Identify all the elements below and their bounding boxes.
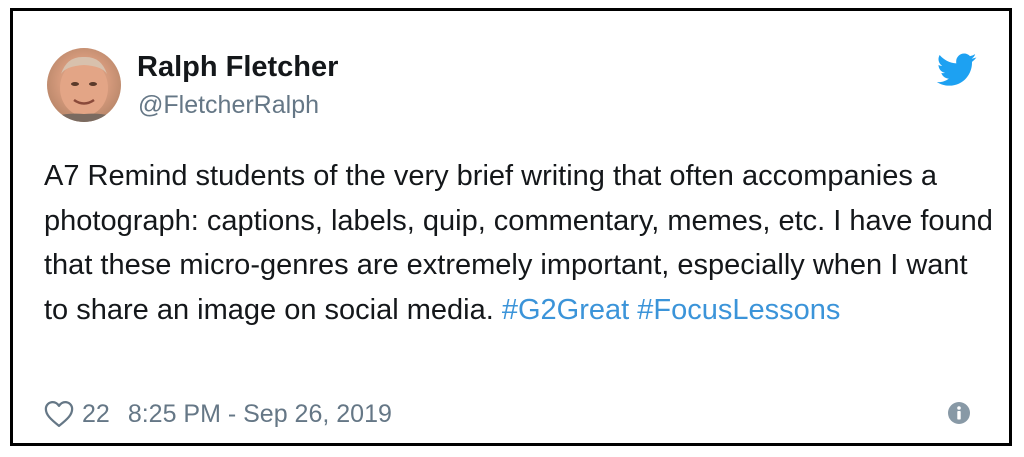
profile-photo [47,56,121,122]
info-icon[interactable] [947,401,971,425]
tweet-text: A7 Remind students of the very brief wri… [44,154,994,332]
twitter-bird-icon[interactable] [937,53,977,87]
like-count[interactable]: 22 [82,400,110,429]
hashtag-link[interactable]: #G2Great [502,294,629,326]
tweet-card: Ralph Fletcher @FletcherRalph A7 Remind … [10,8,1012,446]
hashtag-link[interactable]: #FocusLessons [637,294,840,326]
avatar[interactable] [47,48,121,122]
tweet-footer: 22 8:25 PM - Sep 26, 2019 [44,394,392,434]
author-handle[interactable]: @FletcherRalph [138,90,319,120]
author-name[interactable]: Ralph Fletcher [137,50,338,84]
heart-icon[interactable] [44,400,74,428]
timestamp[interactable]: 8:25 PM - Sep 26, 2019 [128,400,392,429]
